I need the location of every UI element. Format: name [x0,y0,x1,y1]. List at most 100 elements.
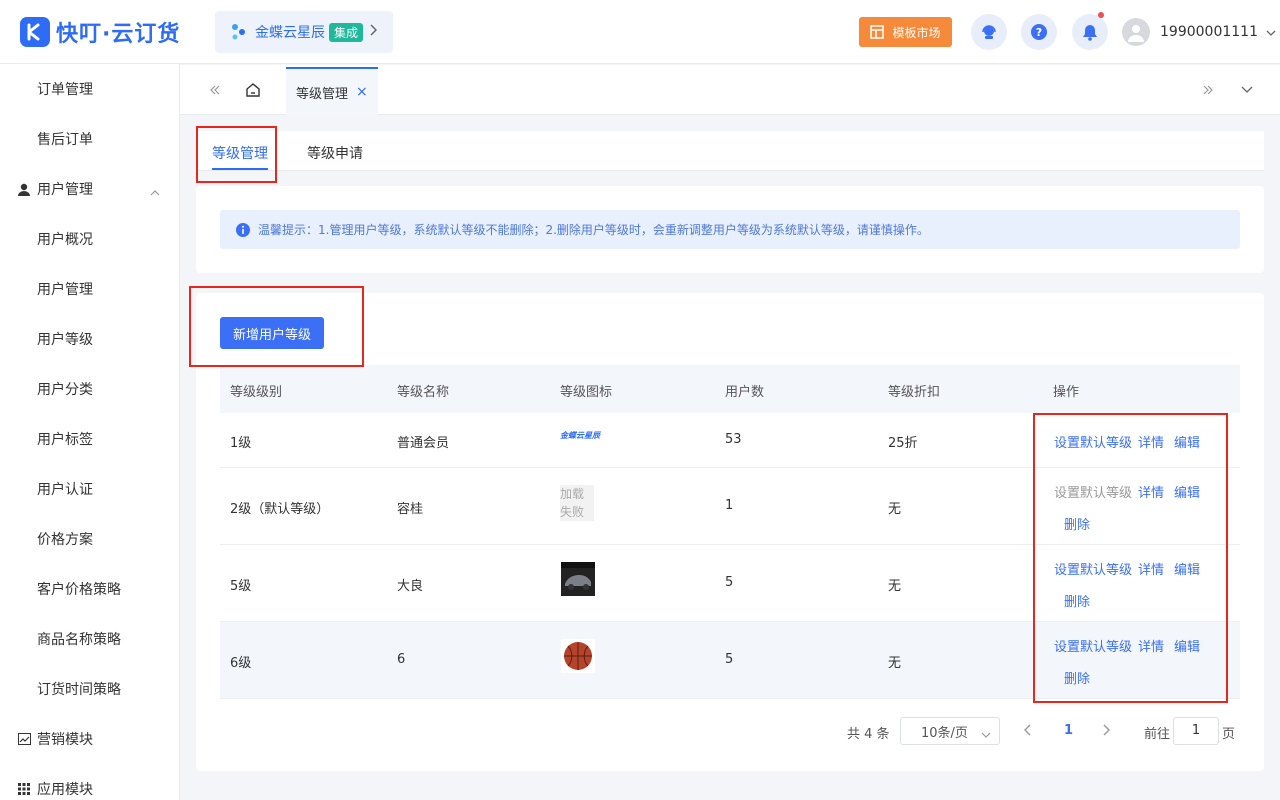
detail-link[interactable]: 详情 [1138,559,1164,578]
car-image [561,562,595,596]
top-header: 快叮·云订货 金蝶云星辰 集成 模板市场 ? 19900001111 [0,0,1280,64]
set-default-level-link[interactable]: 设置默认等级 [1054,482,1132,501]
tab-level-management[interactable]: 等级管理 × [286,67,378,115]
grid-icon [17,782,31,796]
delete-link[interactable]: 删除 [1064,668,1090,687]
user-phone: 19900001111 [1160,24,1258,40]
user-icon [17,182,31,196]
sidebar-item-user-management[interactable]: 用户管理 [0,264,180,314]
sidebar-item-user-tags[interactable]: 用户标签 [0,414,180,464]
sidebar-item-user-auth[interactable]: 用户认证 [0,464,180,514]
goto-label: 前往 [1144,727,1171,742]
cell-level: 5级 [230,579,252,594]
double-chevron-left-icon[interactable] [205,80,225,100]
col-name: 等级名称 [397,385,450,400]
prev-page-button[interactable] [1024,724,1032,740]
sidebar-item-product-name-strategy[interactable]: 商品名称策略 [0,614,180,664]
set-default-level-link[interactable]: 设置默认等级 [1054,432,1132,451]
cell-name: 6 [397,652,406,667]
user-menu[interactable]: 19900001111 [1122,18,1276,46]
sidebar-item-aftersale[interactable]: 售后订单 [0,114,180,164]
level-table: 等级级别 等级名称 等级图标 用户数 等级折扣 操作 1级 普通会员 金蝶云星辰… [220,365,1240,699]
table-row: 1级 普通会员 金蝶云星辰 53 25折 设置默认等级 详情 编辑 [220,413,1240,468]
basketball-image [561,639,595,673]
sidebar-item-label: 用户分类 [37,382,93,398]
headset-icon [982,25,996,39]
sidebar-item-price-plan[interactable]: 价格方案 [0,514,180,564]
cell-users: 53 [725,432,742,447]
cell-name: 容桂 [397,502,424,517]
sidebar-item-label: 用户概况 [37,232,93,248]
chevron-down-icon[interactable] [1237,80,1257,100]
cell-level: 2级（默认等级） [230,502,330,517]
brand-switcher[interactable]: 金蝶云星辰 集成 [215,11,393,53]
load-failed-text: 失败 [560,505,585,519]
sidebar-item-label: 价格方案 [37,532,93,548]
sidebar-item-user-overview[interactable]: 用户概况 [0,214,180,264]
chevron-down-icon [981,727,991,742]
kingdee-logo-icon [232,24,245,40]
edit-link[interactable]: 编辑 [1174,636,1200,655]
page-size-value: 10条/页 [921,725,968,741]
set-default-level-link[interactable]: 设置默认等级 [1054,636,1132,655]
sidebar-item-orders[interactable]: 订单管理 [0,64,180,114]
notification-button[interactable] [1072,12,1108,50]
template-market-button[interactable]: 模板市场 [859,17,952,47]
chevron-down-icon [1266,25,1276,40]
sidebar-item-user-category[interactable]: 用户分类 [0,364,180,414]
sidebar-group-apps[interactable]: 应用模块 [0,764,180,800]
detail-link[interactable]: 详情 [1138,482,1164,501]
load-failed-text: 加载 [560,487,585,501]
add-user-level-button[interactable]: 新增用户等级 [220,317,324,349]
tip-text: 温馨提示：1.管理用户等级，系统默认等级不能删除；2.删除用户等级时，会重新调整… [258,223,929,237]
app-title: 快叮·云订货 [56,22,181,47]
cell-level: 6级 [230,656,252,671]
sidebar-item-order-time-strategy[interactable]: 订货时间策略 [0,664,180,714]
close-icon[interactable]: × [356,84,368,100]
set-default-level-link[interactable]: 设置默认等级 [1054,559,1132,578]
sidebar-item-user-level[interactable]: 用户等级 [0,314,180,364]
cell-name: 大良 [397,579,424,594]
edit-link[interactable]: 编辑 [1174,559,1200,578]
sidebar-group-marketing[interactable]: 营销模块 [0,714,180,764]
customer-service-button[interactable] [971,14,1007,50]
cell-name: 普通会员 [397,436,450,451]
sidebar-item-label: 用户管理 [37,282,93,298]
chevron-left-icon [1024,724,1031,736]
sidebar-item-label: 应用模块 [37,782,93,798]
double-chevron-right-icon[interactable] [1198,80,1218,100]
chevron-right-icon [1103,724,1110,736]
chart-icon [17,732,31,746]
app-logo[interactable]: 快叮·云订货 [20,16,180,48]
next-page-button[interactable] [1102,724,1110,740]
brand-name: 金蝶云星辰 [255,25,325,41]
detail-link[interactable]: 详情 [1138,432,1164,451]
home-icon[interactable] [243,80,263,100]
edit-link[interactable]: 编辑 [1174,432,1200,451]
tab-label: 等级管理 [296,86,349,102]
avatar [1122,18,1150,46]
detail-link[interactable]: 详情 [1138,636,1164,655]
help-button[interactable]: ? [1021,14,1057,50]
cell-level: 1级 [230,436,252,451]
col-level: 等级级别 [230,385,283,400]
goto-page-input[interactable]: 1 [1173,717,1219,745]
col-icon: 等级图标 [560,385,613,400]
sidebar-item-label: 售后订单 [37,132,93,148]
page-size-select[interactable]: 10条/页 [900,717,1000,745]
cell-users: 5 [725,575,734,590]
col-actions: 操作 [1053,385,1080,400]
sidebar-item-customer-price-strategy[interactable]: 客户价格策略 [0,564,180,614]
sidebar-group-user-management[interactable]: 用户管理 [0,164,180,214]
active-tab-indicator [212,168,268,170]
user-avatar-icon [1128,25,1144,42]
integration-badge: 集成 [329,22,364,42]
delete-link[interactable]: 删除 [1064,591,1090,610]
tab-level-management[interactable]: 等级管理 [212,143,268,163]
sidebar-item-label: 订货时间策略 [37,682,121,698]
page-number-current[interactable]: 1 [1064,723,1073,738]
edit-link[interactable]: 编辑 [1174,482,1200,501]
tab-level-application[interactable]: 等级申请 [307,143,363,163]
delete-link[interactable]: 删除 [1064,514,1090,533]
sidebar-item-label: 用户认证 [37,482,93,498]
